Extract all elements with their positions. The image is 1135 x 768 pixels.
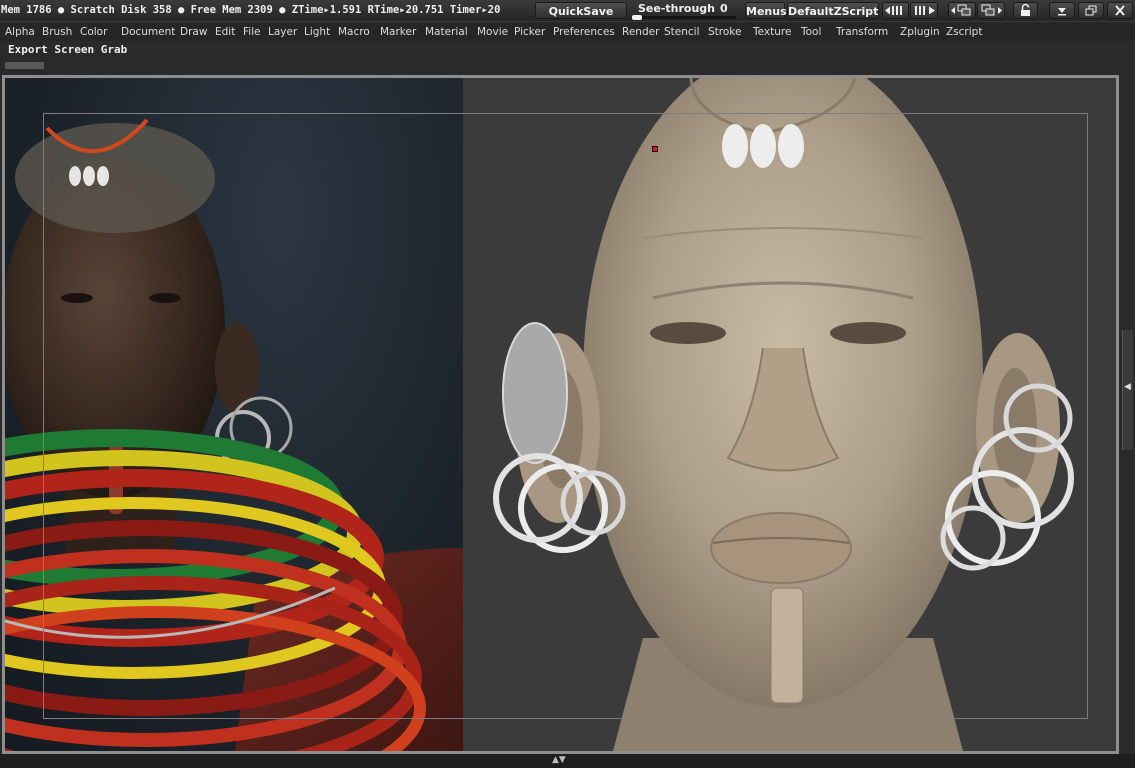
memory-status-text: Mem 1786 ● Scratch Disk 358 ● Free Mem 2… <box>1 4 501 16</box>
close-icon[interactable] <box>1107 2 1133 19</box>
menu-file[interactable]: File <box>243 26 261 38</box>
menu-document[interactable]: Document <box>121 26 175 38</box>
see-through-track[interactable] <box>632 16 736 19</box>
sub-toolbar: Export Screen Grab <box>0 41 1135 75</box>
menu-light[interactable]: Light <box>304 26 330 38</box>
menu-zplugin[interactable]: Zplugin <box>900 26 940 38</box>
menu-stencil[interactable]: Stencil <box>664 26 700 38</box>
menu-material[interactable]: Material <box>425 26 468 38</box>
expand-icon[interactable] <box>910 2 938 19</box>
reference-photo-drawing <box>5 118 463 751</box>
bottom-tray <box>0 754 1135 768</box>
document-canvas[interactable] <box>2 75 1119 754</box>
tile-icon[interactable] <box>948 2 976 19</box>
tile-alt-icon[interactable] <box>977 2 1005 19</box>
menu-alpha[interactable]: Alpha <box>5 26 35 38</box>
menu-picker[interactable]: Picker <box>514 26 545 38</box>
menu-draw[interactable]: Draw <box>180 26 207 38</box>
shrink-icon[interactable] <box>882 2 909 19</box>
menu-zscript[interactable]: Zscript <box>946 26 982 38</box>
menu-preferences[interactable]: Preferences <box>553 26 615 38</box>
tray-arrow-icon[interactable]: ◀ <box>1124 382 1131 392</box>
see-through-value: 0 <box>720 2 728 15</box>
main-menu-bar: Alpha Brush Color Document Draw Edit Fil… <box>0 21 1135 42</box>
menu-stroke[interactable]: Stroke <box>708 26 741 38</box>
cursor-marker <box>652 146 658 152</box>
menu-edit[interactable]: Edit <box>215 26 235 38</box>
bottom-tray-handle-icon[interactable]: ▲▼ <box>552 755 566 765</box>
menu-texture[interactable]: Texture <box>753 26 791 38</box>
menu-layer[interactable]: Layer <box>268 26 297 38</box>
see-through-slider[interactable]: See-through 0 <box>632 2 738 20</box>
default-zscript-button[interactable]: DefaultZScript <box>787 2 879 19</box>
see-through-label: See-through <box>638 2 716 15</box>
menu-tool[interactable]: Tool <box>801 26 821 38</box>
restore-icon[interactable] <box>1078 2 1104 19</box>
export-screen-grab-label[interactable]: Export Screen Grab <box>8 43 127 56</box>
title-bar: Mem 1786 ● Scratch Disk 358 ● Free Mem 2… <box>0 0 1135 21</box>
menu-brush[interactable]: Brush <box>42 26 72 38</box>
menu-marker[interactable]: Marker <box>380 26 416 38</box>
see-through-knob[interactable] <box>632 15 642 20</box>
lock-icon[interactable] <box>1013 2 1038 19</box>
menu-transform[interactable]: Transform <box>836 26 888 38</box>
minimize-icon[interactable] <box>1049 2 1075 19</box>
sculpt-viewport[interactable] <box>463 78 1116 751</box>
export-progress-bar <box>5 62 44 69</box>
menu-color[interactable]: Color <box>80 26 107 38</box>
sculpt-model[interactable] <box>463 78 1116 751</box>
menu-macro[interactable]: Macro <box>338 26 370 38</box>
menu-render[interactable]: Render <box>622 26 659 38</box>
menu-movie[interactable]: Movie <box>477 26 508 38</box>
menus-button[interactable]: Menus <box>745 2 787 19</box>
quicksave-button[interactable]: QuickSave <box>535 2 627 19</box>
reference-photo <box>5 78 463 751</box>
